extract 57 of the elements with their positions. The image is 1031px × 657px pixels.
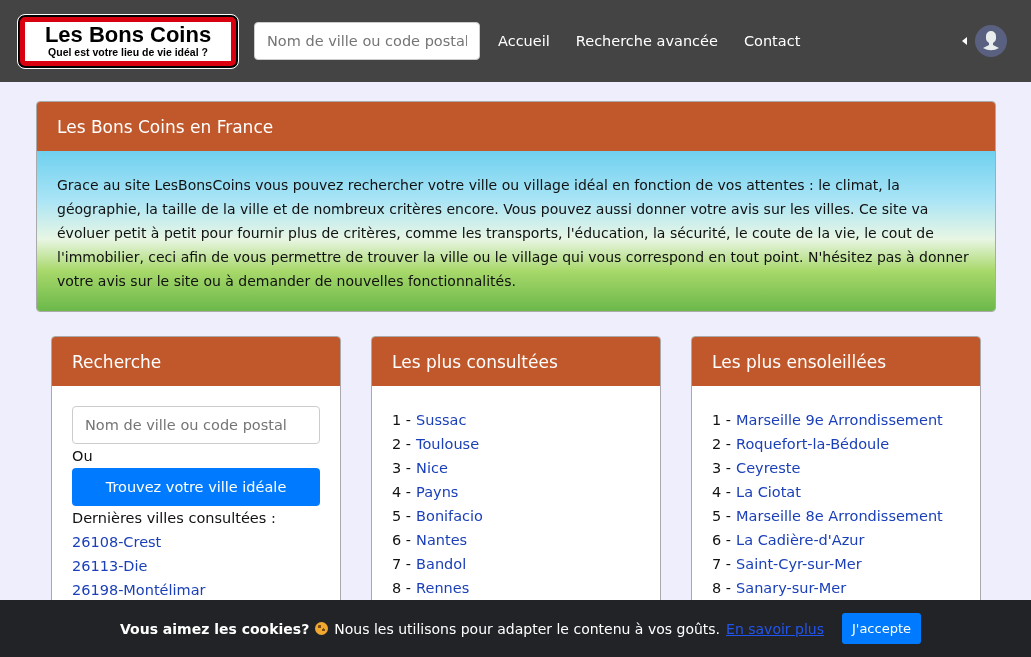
caret-icon[interactable] xyxy=(962,37,967,45)
cookie-title: Vous aimez les cookies? xyxy=(120,620,310,637)
rank-number: 5 - xyxy=(712,507,732,526)
rank-number: 7 - xyxy=(392,555,412,574)
or-label: Ou xyxy=(72,447,93,466)
cookie-icon xyxy=(315,622,329,635)
city-link[interactable]: Bonifacio xyxy=(416,504,483,528)
city-link[interactable]: Sanary-sur-Mer xyxy=(736,576,847,600)
card-title: Recherche xyxy=(72,351,162,372)
city-link[interactable]: Toulouse xyxy=(416,432,480,456)
nav-link[interactable]: Contact xyxy=(743,33,801,49)
cookie-text: Nous les utilisons pour adapter le contenu à vos goûts. xyxy=(334,620,721,637)
city-link[interactable]: Marseille 9e Arrondissement xyxy=(736,408,943,432)
city-link[interactable]: 26108-Crest xyxy=(72,530,162,554)
card-title: Les plus consultées xyxy=(392,351,558,372)
logo[interactable]: Les Bons Coins Quel est votre lieu de vie idéal ? xyxy=(18,14,238,68)
rank-number: 3 - xyxy=(392,459,412,478)
city-link[interactable]: Payns xyxy=(416,480,459,504)
accept-button[interactable]: J'accepte xyxy=(842,613,921,644)
city-link[interactable]: La Cadière-d'Azur xyxy=(736,528,865,552)
rank-number: 8 - xyxy=(392,579,412,598)
city-link[interactable]: 26113-Die xyxy=(72,554,148,578)
city-link[interactable]: Roquefort-la-Bédoule xyxy=(736,432,890,456)
nav-link[interactable]: Accueil xyxy=(498,33,550,49)
city-link[interactable]: Ceyreste xyxy=(736,456,801,480)
avatar-icon[interactable] xyxy=(975,25,1007,57)
logo-tagline: Quel est votre lieu de vie idéal ? xyxy=(48,45,208,58)
city-link[interactable]: Nantes xyxy=(416,528,468,552)
intro-paragraph: Grace au site LesBonsCoins vous pouvez rechercher votre ville ou village idéal en fonction de vos attentes : le climat, la géographie, la taille de la ville et de nombreux critères encore. Vous pouvez aussi donner votre avis sur les villes. Ce site va évoluer petit à petit pour fournir plus de critères, comme les transports, l'éducation, la sécurité, le coute de la vie, le cout de l'immobilier, ceci afin de vous permettre de trouver la ville ou le village qui vous correspond en tout point. N'hésitez pas à donner votre avis sur le site ou à demander de nouvelles fonctionnalités. xyxy=(57,176,970,291)
city-link[interactable]: Rennes xyxy=(416,576,470,600)
city-link[interactable]: Nice xyxy=(416,456,448,480)
city-link[interactable]: Saint-Cyr-sur-Mer xyxy=(736,552,862,576)
nav-link[interactable]: Recherche avancée xyxy=(575,33,718,49)
card-title: Les Bons Coins en France xyxy=(57,116,274,137)
rank-number: 6 - xyxy=(712,531,732,550)
city-link[interactable]: La Ciotat xyxy=(736,480,801,504)
rank-number: 8 - xyxy=(712,579,732,598)
rank-number: 2 - xyxy=(392,435,412,454)
logo-title: Les Bons Coins xyxy=(44,23,212,46)
city-link[interactable]: Marseille 8e Arrondissement xyxy=(736,504,943,528)
rank-number: 3 - xyxy=(712,459,732,478)
rank-number: 6 - xyxy=(392,531,412,550)
search-field[interactable]: Nom de ville ou code postal xyxy=(254,22,480,60)
search-field[interactable]: Nom de ville ou code postal xyxy=(72,406,320,444)
rank-number: 2 - xyxy=(712,435,732,454)
rank-number: 4 - xyxy=(712,483,732,502)
city-link[interactable]: Sussac xyxy=(416,408,467,432)
rank-number: 5 - xyxy=(392,507,412,526)
rank-number: 1 - xyxy=(712,411,732,430)
city-link[interactable]: Bandol xyxy=(416,552,467,576)
recent-label: Dernières villes consultées : xyxy=(72,509,276,528)
find-city-button[interactable]: Trouvez votre ville idéale xyxy=(72,468,320,506)
rank-number: 7 - xyxy=(712,555,732,574)
city-link[interactable]: 26198-Montélimar xyxy=(72,578,206,602)
rank-number: 4 - xyxy=(392,483,412,502)
rank-number: 1 - xyxy=(392,411,412,430)
card-title: Les plus ensoleillées xyxy=(712,351,887,372)
